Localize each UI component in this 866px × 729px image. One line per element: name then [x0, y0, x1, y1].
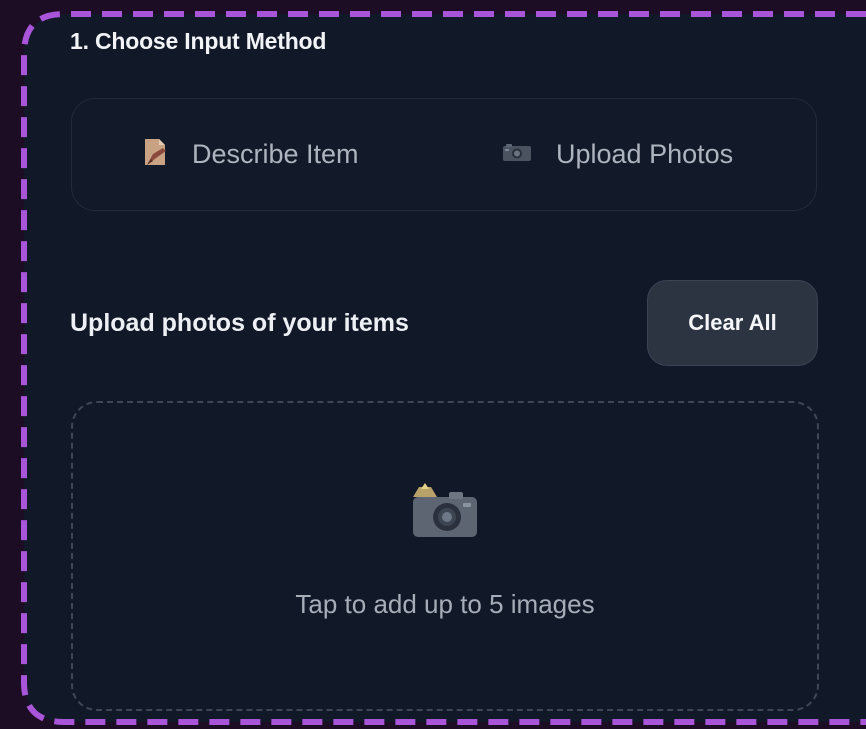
- describe-item-option[interactable]: Describe Item: [142, 99, 359, 210]
- clear-all-button[interactable]: Clear All: [647, 280, 818, 366]
- upload-card-screen: 1. Choose Input Method Describe Item Upl…: [0, 0, 866, 729]
- dropzone-hint: Tap to add up to 5 images: [295, 589, 595, 619]
- camera-icon: [502, 142, 532, 167]
- upload-photos-label: Upload Photos: [556, 139, 734, 169]
- input-method-toggle: Describe Item Upload Photos: [71, 98, 817, 211]
- photo-dropzone[interactable]: Tap to add up to 5 images: [71, 401, 819, 711]
- upload-photos-option[interactable]: Upload Photos: [502, 99, 733, 210]
- describe-item-label: Describe Item: [192, 139, 359, 169]
- camera-with-flash-icon: [411, 483, 479, 544]
- memo-icon: [142, 137, 168, 172]
- upload-heading: Upload photos of your items: [70, 309, 409, 337]
- section-title: 1. Choose Input Method: [70, 28, 327, 54]
